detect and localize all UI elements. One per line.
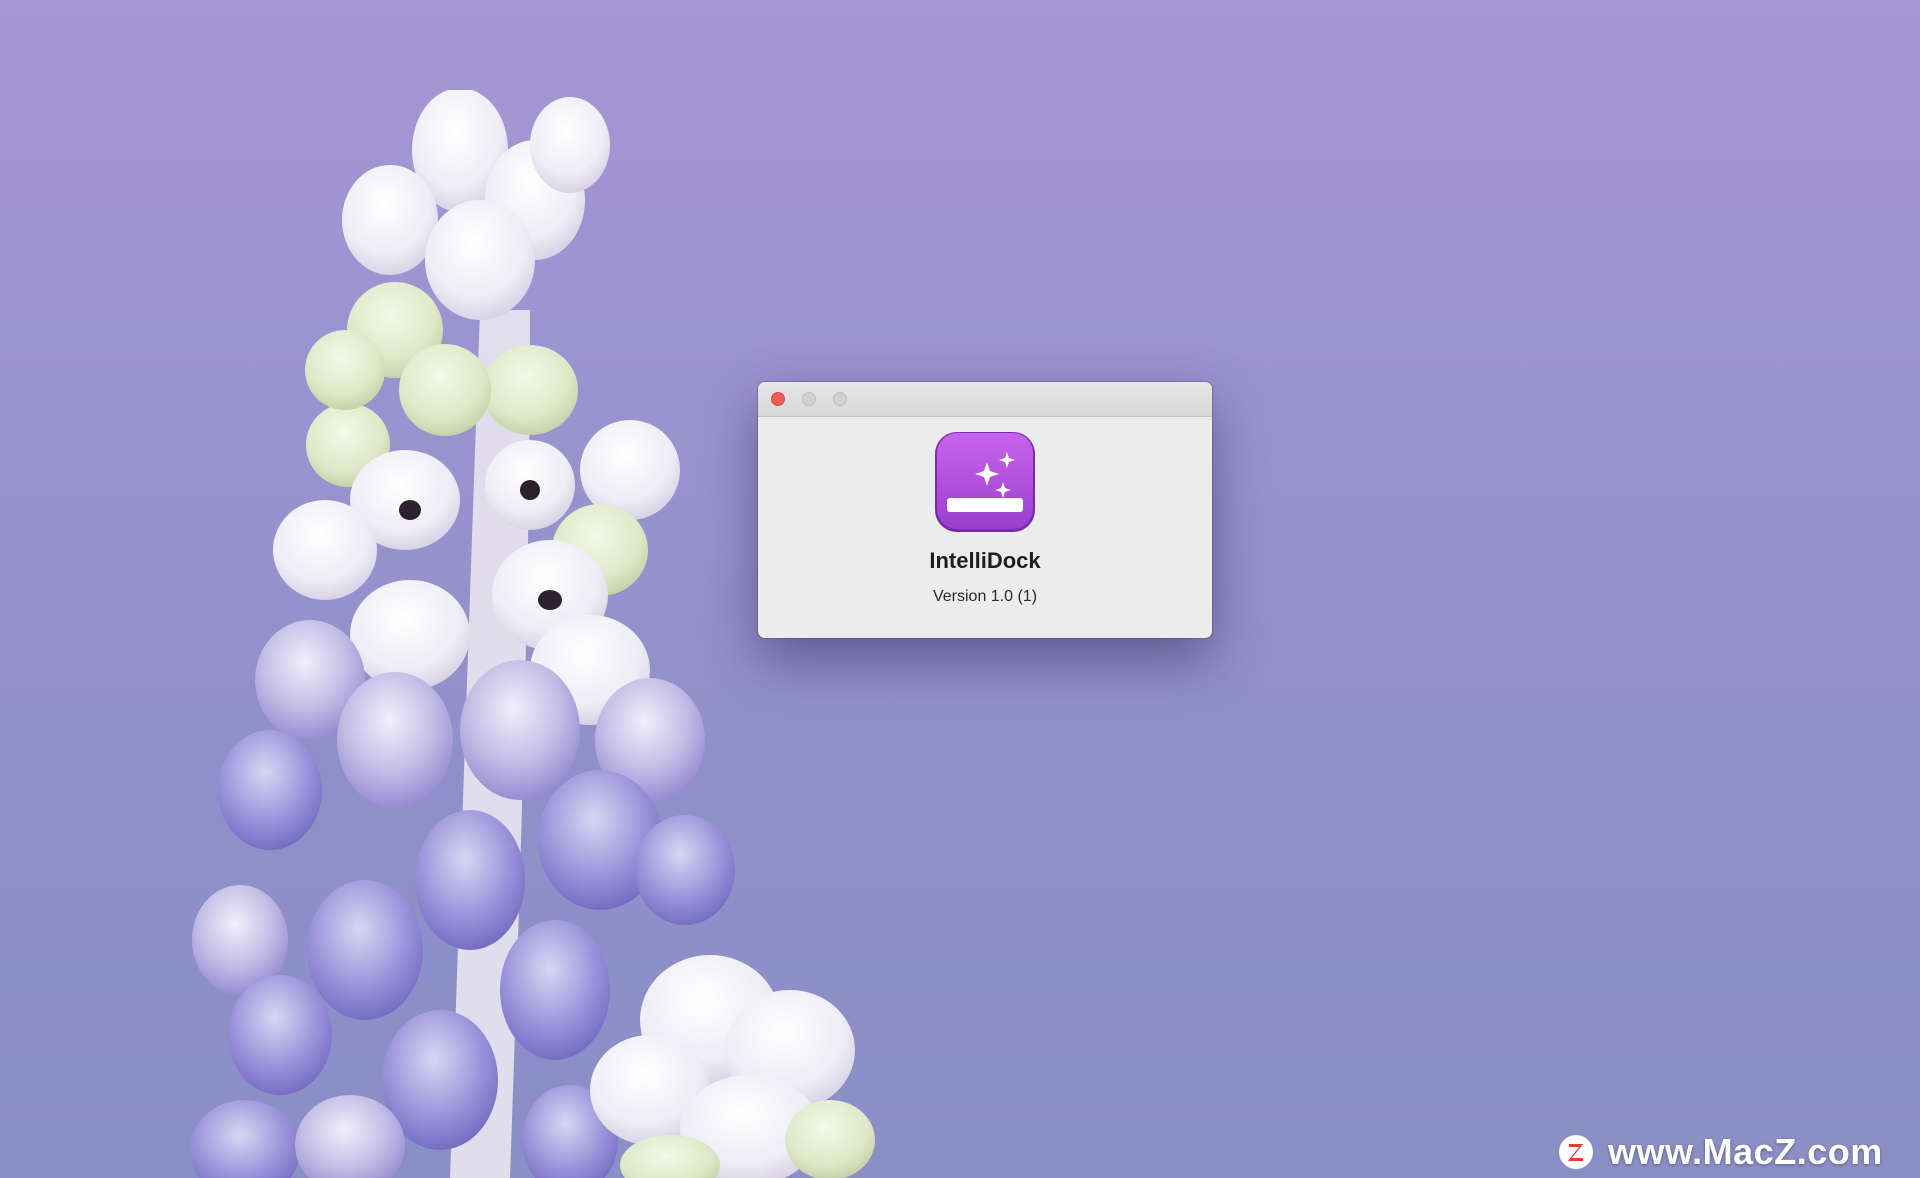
about-window: IntelliDock Version 1.0 (1) bbox=[758, 382, 1212, 638]
watermark-text: www.MacZ.com bbox=[1608, 1131, 1883, 1172]
minimize-button[interactable] bbox=[802, 392, 816, 406]
close-button[interactable] bbox=[771, 392, 785, 406]
sparkles-dock-icon bbox=[935, 432, 1035, 532]
app-name: IntelliDock bbox=[929, 548, 1041, 573]
macz-logo-icon bbox=[1559, 1135, 1593, 1169]
app-version: Version 1.0 (1) bbox=[932, 588, 1038, 605]
watermark: www.MacZ.com bbox=[1558, 1130, 1883, 1174]
zoom-button[interactable] bbox=[833, 392, 847, 406]
window-titlebar[interactable] bbox=[758, 382, 1212, 417]
